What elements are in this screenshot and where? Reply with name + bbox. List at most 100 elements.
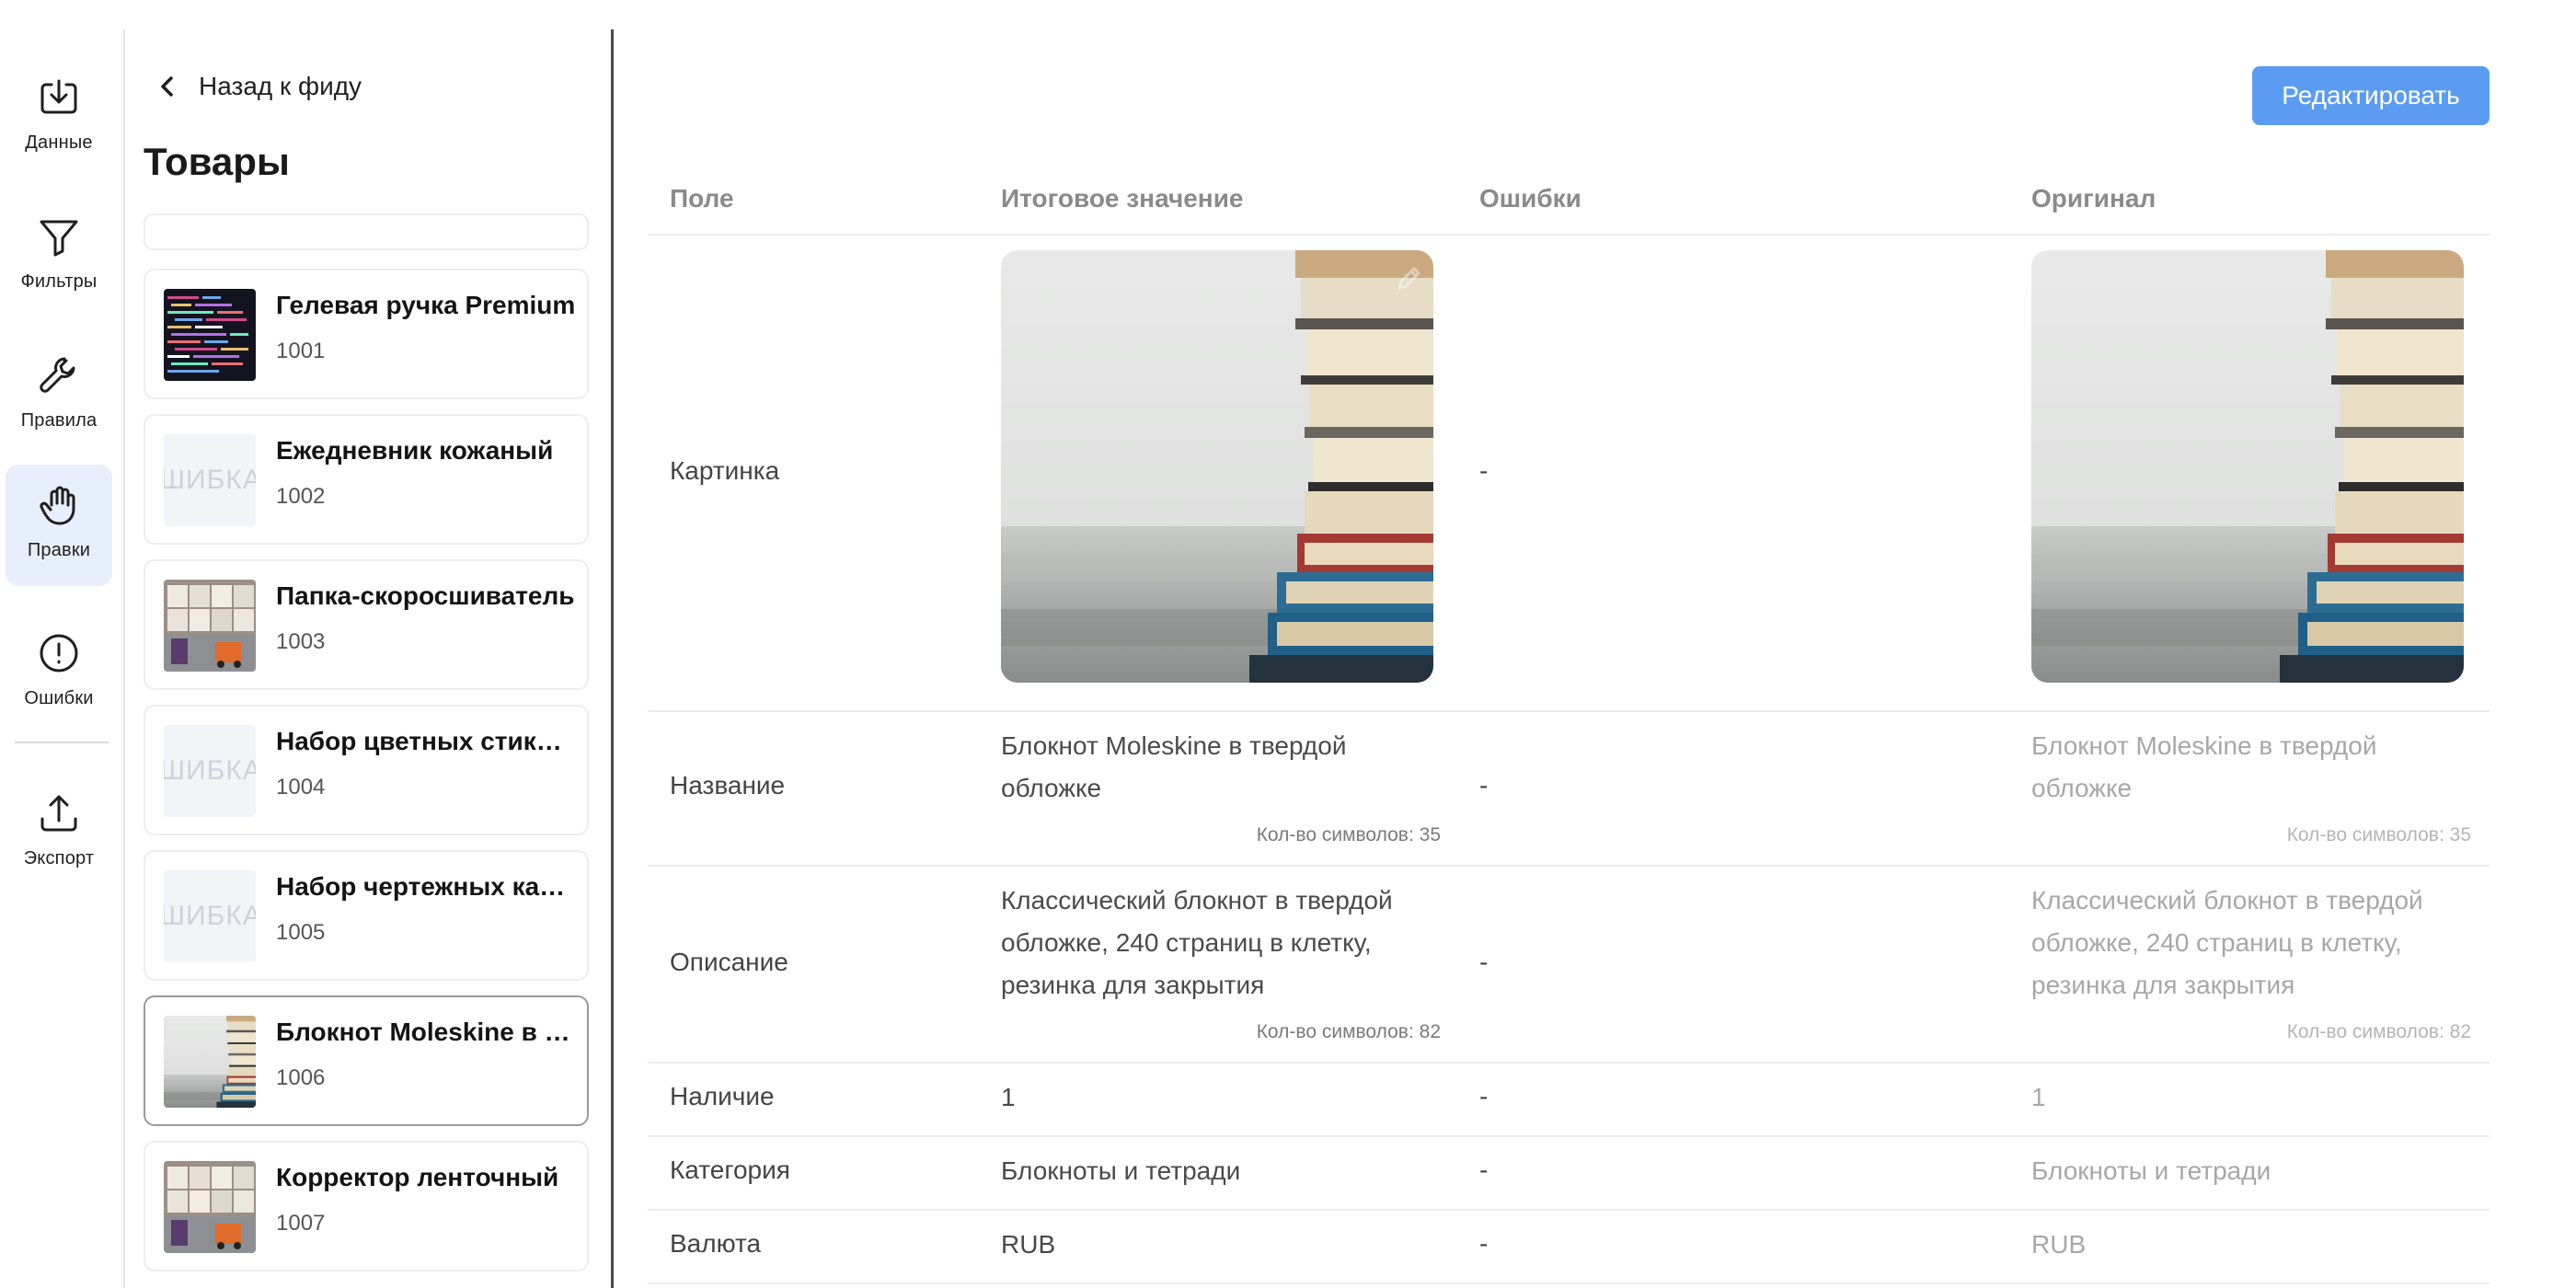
original-value: RUB xyxy=(2031,1230,2087,1259)
wrench-icon xyxy=(40,357,75,393)
final-value: 1 xyxy=(1001,1083,1016,1111)
thumbnail-error-placeholder: ОШИБКА xyxy=(164,434,256,526)
product-search-input[interactable] xyxy=(144,213,589,250)
error-value: - xyxy=(1479,1229,1489,1258)
product-thumbnail xyxy=(164,580,256,672)
error-value: - xyxy=(1479,771,1489,799)
column-header-field: Поле xyxy=(670,184,734,213)
edit-button[interactable]: Редактировать xyxy=(2252,66,2490,125)
table-header: Поле Итоговое значение Ошибки Оригинал xyxy=(648,177,2490,236)
product-id: 1004 xyxy=(276,775,326,799)
alert-circle-icon xyxy=(40,634,78,673)
final-value: Классический блокнот в твердой обложке, … xyxy=(1001,886,1393,999)
upload-icon xyxy=(40,795,77,832)
error-value: - xyxy=(1479,1156,1489,1184)
thumbnail-error-text: ОШИБКА xyxy=(164,755,256,786)
product-thumbnail xyxy=(164,1016,256,1108)
product-title: Корректор ленточный xyxy=(276,1163,559,1191)
product-id: 1003 xyxy=(276,629,326,654)
table-row-description: Описание Классический блокнот в твердой … xyxy=(648,867,2490,1064)
back-label: Назад к фиду xyxy=(199,72,362,100)
error-value: - xyxy=(1479,456,1489,485)
chevron-left-icon xyxy=(161,76,173,97)
rail-item-filters[interactable]: Фильтры xyxy=(6,196,112,317)
rail-item-rules[interactable]: Правила xyxy=(6,335,112,456)
product-card[interactable]: ОШИБКА Ежедневник кожаный 1002 xyxy=(144,414,589,545)
error-value: - xyxy=(1479,1082,1489,1110)
thumbnail-error-placeholder: ОШИБКА xyxy=(164,870,256,962)
product-card[interactable]: Гелевая ручка Premium 1001 xyxy=(144,269,589,399)
side-rail: Данные Фильтры Правила Правки Ошибки Экс… xyxy=(0,29,125,1288)
thumbnail-error-text: ОШИБКА xyxy=(164,901,256,931)
table-row-category: Категория Блокноты и тетради - Блокноты … xyxy=(648,1137,2490,1211)
table-row-availability: Наличие 1 - 1 xyxy=(648,1064,2490,1137)
rail-item-edits[interactable]: Правки xyxy=(6,465,112,586)
rail-label: Правила xyxy=(20,410,98,431)
product-title: Набор чертежных карандашей xyxy=(276,872,576,901)
field-name: Валюта xyxy=(670,1229,762,1258)
error-value: - xyxy=(1479,948,1489,976)
original-value: Классический блокнот в твердой обложке, … xyxy=(2031,886,2423,999)
page-title: Товары xyxy=(144,140,290,183)
pencil-icon[interactable] xyxy=(1395,265,1422,293)
product-detail: Редактировать Поле Итоговое значение Оши… xyxy=(615,0,2576,1288)
table-row-image: Картинка - xyxy=(648,236,2490,712)
char-count: Кол-во символов: 35 xyxy=(2286,824,2471,845)
download-icon xyxy=(40,79,77,114)
field-name: Картинка xyxy=(670,456,780,485)
field-name: Название xyxy=(670,771,786,799)
final-value: Блокнот Moleskine в твердой обложке xyxy=(1001,731,1347,802)
product-title: Набор цветных стикеров xyxy=(276,727,576,755)
rail-divider xyxy=(15,742,109,743)
final-image[interactable] xyxy=(1001,250,1433,683)
table-row-currency: Валюта RUB - RUB xyxy=(648,1211,2490,1284)
final-value: RUB xyxy=(1001,1230,1056,1259)
original-value: Блокноты и тетради xyxy=(2031,1156,2271,1185)
char-count: Кол-во символов: 82 xyxy=(1256,1021,1441,1042)
char-count: Кол-во символов: 35 xyxy=(1256,824,1441,845)
product-thumbnail xyxy=(164,289,256,381)
thumbnail-error-placeholder: ОШИБКА xyxy=(164,725,256,817)
product-title: Папка-скоросшиватель xyxy=(276,581,575,610)
column-header-original: Оригинал xyxy=(2031,184,2156,213)
char-count: Кол-во символов: 82 xyxy=(2286,1021,2471,1042)
product-card[interactable]: Папка-скоросшиватель 1003 xyxy=(144,559,589,690)
column-header-value: Итоговое значение xyxy=(1001,184,1244,213)
rail-label: Данные xyxy=(25,132,93,153)
back-to-feed-link[interactable]: Назад к фиду xyxy=(155,68,362,105)
product-title: Гелевая ручка Premium xyxy=(276,291,576,319)
product-id: 1006 xyxy=(276,1065,326,1090)
final-value: Блокноты и тетради xyxy=(1001,1156,1241,1185)
product-id: 1005 xyxy=(276,920,326,945)
field-name: Категория xyxy=(670,1156,790,1184)
rail-label: Ошибки xyxy=(24,688,94,708)
rail-label: Правки xyxy=(27,540,91,560)
thumbnail-error-text: ОШИБКА xyxy=(164,465,256,495)
original-value: 1 xyxy=(2031,1083,2046,1111)
filter-icon xyxy=(40,220,78,257)
product-id: 1007 xyxy=(276,1211,326,1236)
product-list-panel: Назад к фиду Товары Гелевая ручка Premiu… xyxy=(125,29,614,1288)
rail-item-errors[interactable]: Ошибки xyxy=(6,613,112,734)
original-image xyxy=(2031,250,2464,683)
product-card[interactable]: ОШИБКА Набор чертежных карандашей 1005 xyxy=(144,850,589,981)
field-name: Наличие xyxy=(670,1082,775,1110)
fields-table: Поле Итоговое значение Ошибки Оригинал К… xyxy=(648,177,2490,1284)
product-id: 1002 xyxy=(276,484,326,509)
rail-label: Фильтры xyxy=(20,271,98,292)
column-header-errors: Ошибки xyxy=(1479,184,1581,213)
product-card[interactable]: ОШИБКА Набор цветных стикеров 1004 xyxy=(144,705,589,835)
product-id: 1001 xyxy=(276,339,326,363)
rail-item-data[interactable]: Данные xyxy=(6,57,112,178)
rail-item-export[interactable]: Экспорт xyxy=(6,773,112,894)
product-thumbnail xyxy=(164,1161,256,1253)
hand-icon xyxy=(40,486,75,525)
product-title: Ежедневник кожаный xyxy=(276,436,554,465)
field-name: Описание xyxy=(670,948,788,976)
product-title: Блокнот Moleskine в твердой обложке xyxy=(276,1018,576,1046)
product-card-selected[interactable]: Блокнот Moleskine в твердой обложке 1006 xyxy=(144,995,589,1126)
original-value: Блокнот Moleskine в твердой обложке xyxy=(2031,731,2377,802)
product-card[interactable]: Корректор ленточный 1007 xyxy=(144,1141,589,1271)
table-row-name: Название Блокнот Moleskine в твердой обл… xyxy=(648,712,2490,867)
rail-label: Экспорт xyxy=(23,848,95,868)
